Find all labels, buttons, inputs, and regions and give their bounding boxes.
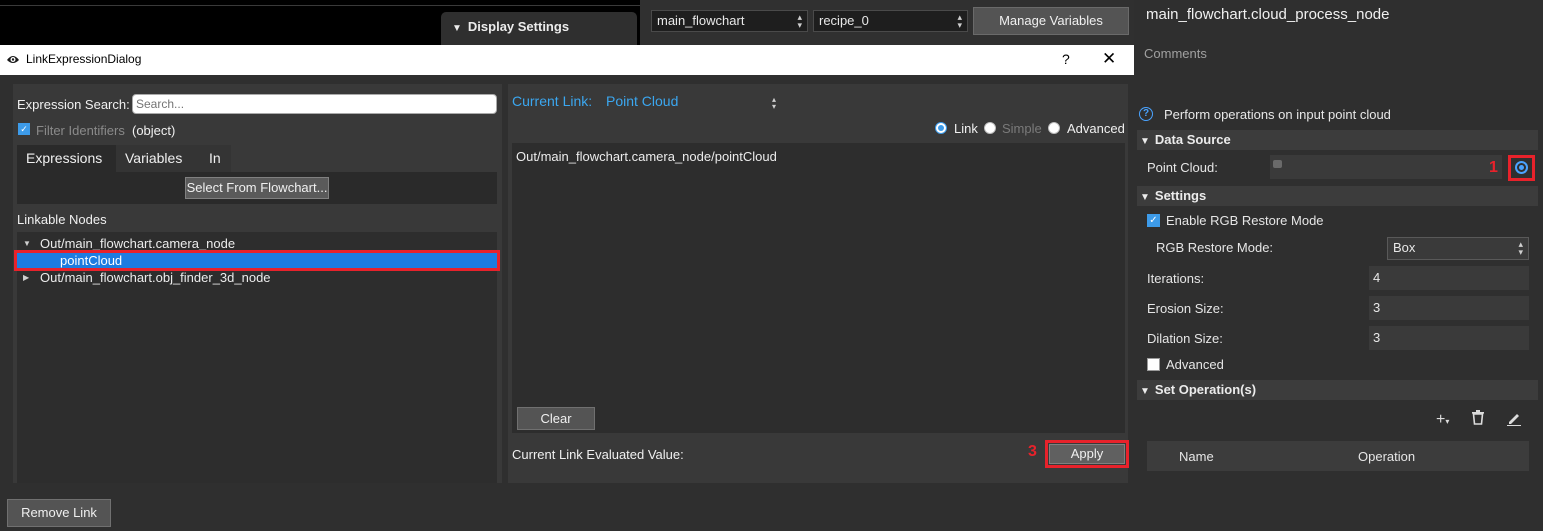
filter-identifiers-checkbox[interactable]: ✓ (18, 123, 30, 135)
rgb-mode-label: RGB Restore Mode: (1156, 240, 1274, 255)
enable-rgb-checkbox[interactable]: ✓ (1147, 214, 1160, 227)
erosion-size-field[interactable]: 3 (1369, 296, 1529, 320)
current-link-label: Current Link: (512, 93, 593, 109)
dilation-size-label: Dilation Size: (1147, 331, 1223, 346)
flowchart-select-value: main_flowchart (657, 13, 745, 28)
rgb-mode-select[interactable]: Box ▴ ▾ (1387, 237, 1529, 260)
updown-arrow-icon: ▴ ▾ (957, 12, 962, 30)
tab-expressions[interactable]: Expressions (17, 145, 116, 172)
recipe-select-value: recipe_0 (819, 13, 869, 28)
node-description: Perform operations on input point cloud (1164, 107, 1391, 122)
collapse-triangle-icon: ▼ (452, 23, 462, 34)
dialog-help-button[interactable]: ? (1062, 51, 1070, 67)
link-expression-text[interactable]: Out/main_flowchart.camera_node/pointClou… (516, 149, 777, 164)
expression-search-label: Expression Search: (17, 97, 130, 112)
comments-field[interactable]: Comments (1144, 46, 1207, 61)
link-mode-radio[interactable] (935, 122, 947, 134)
expression-search-input[interactable] (132, 94, 497, 114)
tree-node-camera[interactable]: Out/main_flowchart.camera_node (40, 236, 235, 251)
point-cloud-label: Point Cloud: (1147, 160, 1218, 175)
set-operations-section-header[interactable]: ▼ Set Operation(s) (1137, 380, 1538, 400)
dialog-close-button[interactable]: ✕ (1102, 49, 1116, 69)
add-operation-icon[interactable]: +▾ (1436, 411, 1449, 429)
manage-variables-button[interactable]: Manage Variables (973, 7, 1129, 35)
tab-in[interactable]: In (200, 145, 231, 172)
enable-rgb-label: Enable RGB Restore Mode (1166, 213, 1324, 228)
clear-button[interactable]: Clear (517, 407, 595, 430)
tab-bar-filler (231, 145, 497, 172)
iterations-field[interactable]: 4 (1369, 266, 1529, 290)
updown-arrow-icon: ▴ ▾ (797, 12, 802, 30)
set-operations-label: Set Operation(s) (1154, 382, 1257, 397)
dialog-title: LinkExpressionDialog (26, 52, 142, 66)
data-source-label: Data Source (1154, 132, 1231, 147)
column-header-name[interactable]: Name (1179, 449, 1214, 464)
annotation-box-2 (14, 250, 500, 271)
top-divider (0, 5, 640, 6)
camera-icon (1273, 160, 1282, 168)
advanced-checkbox[interactable] (1147, 358, 1160, 371)
advanced-mode-label: Advanced (1067, 121, 1125, 136)
node-title: main_flowchart.cloud_process_node (1146, 6, 1390, 23)
updown-arrow-icon[interactable]: ▴ ▾ (772, 96, 776, 111)
simple-mode-radio (984, 122, 996, 134)
flowchart-select[interactable]: main_flowchart ▴ ▾ (651, 10, 808, 32)
dilation-size-field[interactable]: 3 (1369, 326, 1529, 350)
link-mode-label: Link (954, 121, 978, 136)
settings-label: Settings (1154, 188, 1207, 203)
expanded-arrow-icon[interactable]: ▼ (23, 239, 31, 248)
collapse-triangle-icon: ▼ (1140, 192, 1150, 203)
tree-node-obj-finder[interactable]: Out/main_flowchart.obj_finder_3d_node (40, 270, 271, 285)
collapse-triangle-icon: ▼ (1140, 136, 1150, 147)
annotation-marker-1: 1 (1489, 159, 1498, 176)
advanced-label: Advanced (1166, 357, 1224, 372)
link-expression-editor[interactable] (512, 143, 1125, 433)
erosion-size-label: Erosion Size: (1147, 301, 1224, 316)
display-settings-header[interactable]: ▼ Display Settings (441, 12, 637, 45)
collapse-triangle-icon: ▼ (1140, 386, 1150, 397)
tab-variables[interactable]: Variables (116, 145, 200, 172)
iterations-label: Iterations: (1147, 271, 1205, 286)
help-icon[interactable]: ? (1139, 107, 1153, 121)
linkable-nodes-label: Linkable Nodes (17, 212, 107, 227)
display-settings-label: Display Settings (467, 19, 570, 34)
point-cloud-field[interactable] (1270, 155, 1502, 179)
advanced-mode-radio[interactable] (1048, 122, 1060, 134)
annotation-marker-3: 3 (1028, 443, 1037, 460)
apply-button[interactable]: Apply (1049, 444, 1125, 464)
rgb-mode-value: Box (1393, 240, 1416, 255)
link-target-icon[interactable] (1515, 161, 1528, 174)
updown-arrow-icon: ▴ ▾ (1518, 239, 1523, 257)
app-logo-icon (7, 56, 19, 63)
recipe-select[interactable]: recipe_0 ▴ ▾ (813, 10, 968, 32)
data-source-section-header[interactable]: ▼ Data Source (1137, 130, 1538, 150)
evaluated-value-label: Current Link Evaluated Value: (512, 447, 684, 462)
remove-link-button[interactable]: Remove Link (7, 499, 111, 527)
current-link-select[interactable]: Point Cloud (606, 93, 678, 109)
column-header-operation[interactable]: Operation (1358, 449, 1415, 464)
filter-identifiers-label: Filter Identifiers (36, 123, 125, 138)
dialog-titlebar[interactable] (0, 45, 1134, 75)
settings-section-header[interactable]: ▼ Settings (1137, 186, 1538, 206)
trash-icon[interactable] (1472, 410, 1484, 426)
filter-type-label: (object) (132, 123, 176, 138)
edit-pencil-icon[interactable] (1506, 410, 1522, 426)
simple-mode-label: Simple (1002, 121, 1042, 136)
collapsed-arrow-icon[interactable]: ▶ (23, 273, 29, 282)
select-from-flowchart-button[interactable]: Select From Flowchart... (185, 177, 329, 199)
